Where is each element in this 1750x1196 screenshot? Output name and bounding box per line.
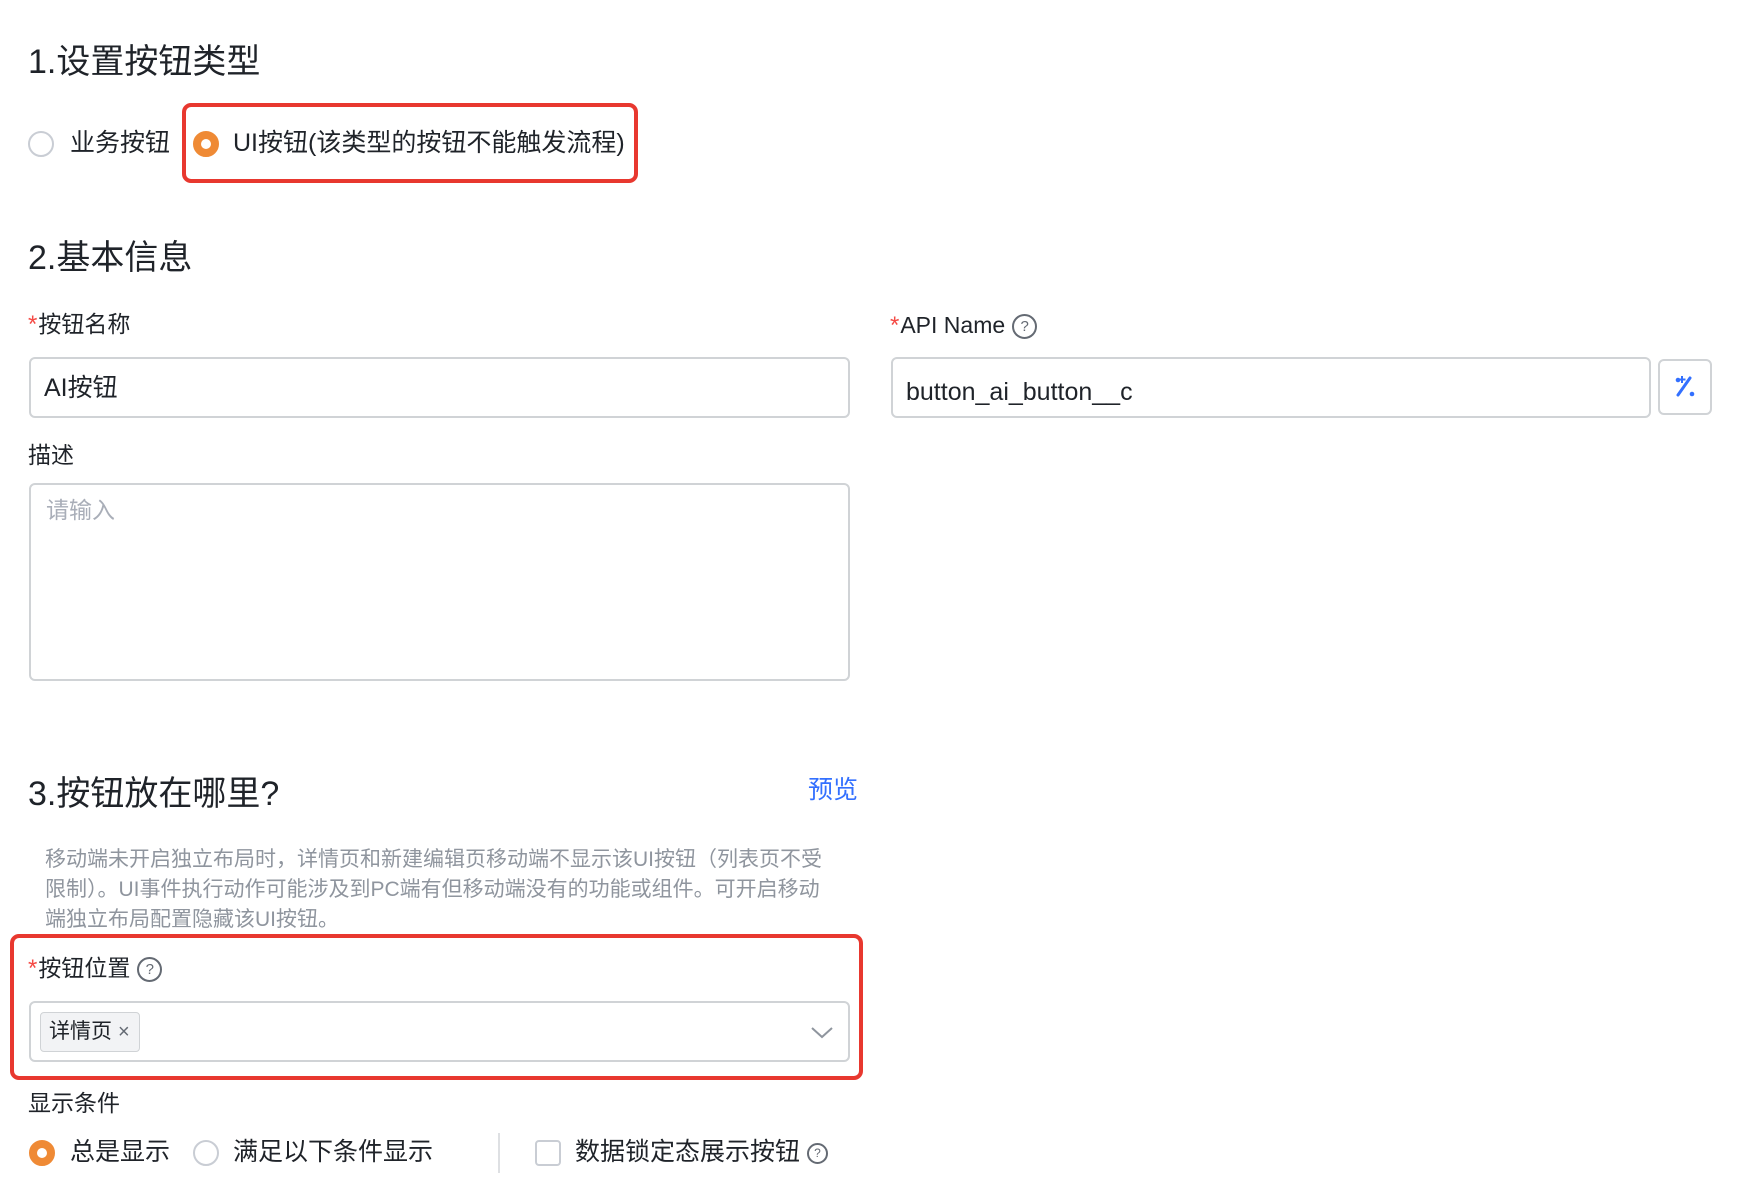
- button-position-label: *按钮位置?: [28, 955, 163, 984]
- description-label: 描述: [28, 442, 74, 468]
- radio-conditional-show-label[interactable]: 满足以下条件显示: [233, 1137, 433, 1167]
- section-basic-info-title: 2.基本信息: [28, 239, 193, 277]
- radio-business-button[interactable]: [28, 131, 54, 157]
- required-mark: *: [28, 955, 38, 982]
- api-name-value: button_ai_button__c: [906, 378, 1133, 406]
- description-textarea[interactable]: 请输入: [29, 483, 850, 681]
- lock-state-checkbox[interactable]: [535, 1140, 561, 1166]
- button-position-select[interactable]: 详情页 ×: [29, 1001, 850, 1062]
- display-condition-label: 显示条件: [28, 1090, 120, 1116]
- radio-always-show[interactable]: [29, 1140, 55, 1166]
- tag-close-icon[interactable]: ×: [118, 1021, 130, 1043]
- api-name-input[interactable]: button_ai_button__c: [891, 357, 1651, 418]
- button-position-label-text: 按钮位置: [38, 955, 131, 981]
- radio-always-show-label[interactable]: 总是显示: [70, 1137, 170, 1167]
- button-name-label-text: 按钮名称: [38, 311, 131, 337]
- vertical-divider: [498, 1133, 500, 1173]
- description-placeholder: 请输入: [46, 497, 115, 523]
- radio-ui-button[interactable]: [193, 131, 219, 157]
- button-name-label: *按钮名称: [28, 311, 130, 340]
- radio-ui-button-label[interactable]: UI按钮(该类型的按钮不能触发流程): [233, 128, 625, 158]
- mobile-layout-hint: 移动端未开启独立布局时，详情页和新建编辑页移动端不显示该UI按钮（列表页不受限制…: [45, 848, 822, 931]
- required-mark: *: [890, 312, 900, 339]
- question-circle-icon[interactable]: ?: [1012, 314, 1038, 340]
- chevron-down-icon[interactable]: [810, 1026, 834, 1040]
- lock-state-label-text: 数据锁定态展示按钮: [575, 1138, 801, 1166]
- preview-link[interactable]: 预览: [808, 775, 858, 805]
- generate-api-name-button[interactable]: [1658, 359, 1712, 415]
- question-circle-icon[interactable]: ?: [137, 957, 163, 983]
- section-position-title: 3.按钮放在哪里?: [28, 775, 280, 813]
- required-mark: *: [28, 311, 38, 338]
- button-name-input[interactable]: AI按钮: [29, 357, 850, 418]
- lock-state-checkbox-label[interactable]: 数据锁定态展示按钮?: [575, 1137, 829, 1167]
- radio-conditional-show[interactable]: [193, 1140, 219, 1166]
- api-name-label: *API Name?: [890, 312, 1038, 341]
- api-name-label-text: API Name: [900, 312, 1006, 338]
- magic-wand-icon: [1675, 376, 1695, 397]
- section-type-title: 1.设置按钮类型: [28, 43, 261, 81]
- question-circle-icon[interactable]: ?: [807, 1142, 829, 1164]
- button-name-value: AI按钮: [44, 374, 118, 402]
- radio-business-button-label[interactable]: 业务按钮: [70, 128, 170, 158]
- position-tag-label: 详情页: [49, 1020, 112, 1043]
- position-tag-detail-page: 详情页 ×: [40, 1012, 140, 1052]
